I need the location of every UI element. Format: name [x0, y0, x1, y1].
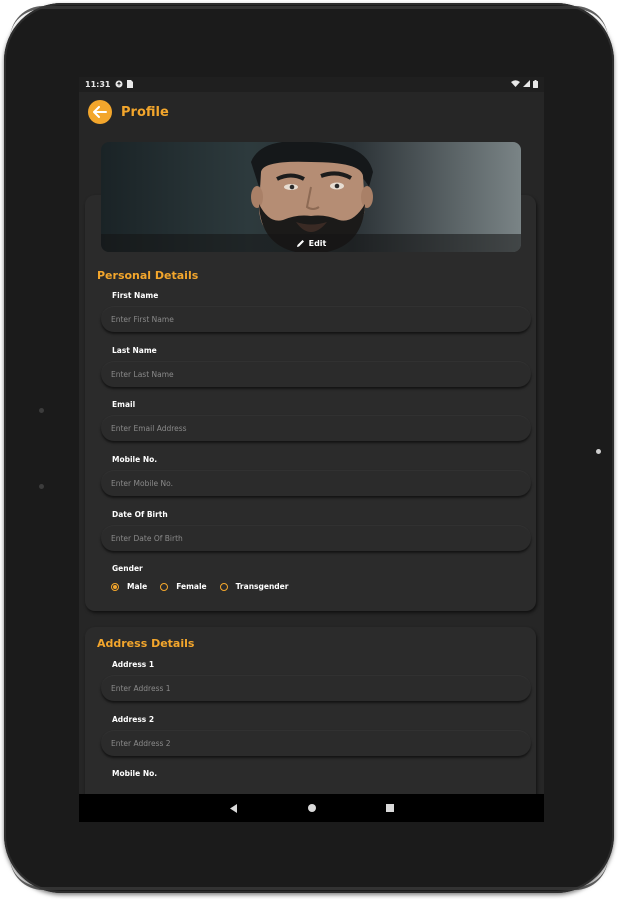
- edit-photo-button[interactable]: Edit: [101, 234, 521, 252]
- address1-label: Address 1: [112, 660, 155, 669]
- personal-details-card: Personal Details First Name Last Name Em…: [85, 195, 536, 611]
- camera-dot: [596, 449, 601, 454]
- device-screen: 11:31 Profile Personal Details First Nam…: [79, 77, 544, 822]
- sensor-dot: [39, 408, 44, 413]
- sensor-dot: [39, 484, 44, 489]
- address-details-card: Address Details Address 1 Address 2 Mobi…: [85, 627, 536, 794]
- triangle-back-icon: [229, 803, 237, 813]
- gender-option-male[interactable]: Male: [111, 582, 147, 591]
- section-title-address: Address Details: [97, 637, 195, 650]
- edit-photo-label: Edit: [308, 238, 327, 248]
- gender-radio-group: Male Female Transgender: [111, 582, 301, 591]
- mobile-input[interactable]: [101, 470, 531, 496]
- first-name-input[interactable]: [101, 306, 531, 332]
- gender-option-female[interactable]: Female: [160, 582, 207, 591]
- email-input[interactable]: [101, 415, 531, 441]
- nav-home-button[interactable]: [303, 799, 321, 817]
- last-name-label: Last Name: [112, 346, 157, 355]
- status-right: [511, 79, 538, 90]
- signal-icon: [523, 80, 530, 89]
- status-bar: 11:31: [79, 77, 544, 92]
- address1-input[interactable]: [101, 675, 531, 701]
- gender-option-label: Male: [127, 582, 148, 591]
- gender-option-transgender[interactable]: Transgender: [219, 582, 289, 591]
- status-time: 11:31: [85, 80, 111, 89]
- pencil-icon: [296, 239, 304, 247]
- sim-icon: [127, 79, 134, 90]
- dob-label: Date Of Birth: [112, 510, 168, 519]
- address2-label: Address 2: [112, 715, 155, 724]
- radio-unselected-icon: [160, 582, 169, 591]
- sync-icon: [115, 80, 123, 90]
- wifi-icon: [511, 80, 520, 89]
- radio-unselected-icon: [219, 582, 228, 591]
- square-recents-icon: [385, 804, 394, 812]
- first-name-label: First Name: [112, 291, 159, 300]
- address-mobile-label: Mobile No.: [112, 769, 158, 778]
- app-bar: Profile: [79, 92, 544, 132]
- back-button[interactable]: [88, 100, 112, 124]
- circle-home-icon: [307, 804, 316, 812]
- profile-content[interactable]: Personal Details First Name Last Name Em…: [79, 132, 544, 794]
- profile-banner: Edit: [101, 142, 521, 252]
- system-nav-bar: [79, 794, 544, 822]
- mobile-label: Mobile No.: [112, 455, 158, 464]
- arrow-left-icon: [93, 106, 107, 118]
- gender-option-label: Transgender: [235, 582, 289, 591]
- battery-icon: [533, 79, 538, 90]
- section-title-personal: Personal Details: [97, 269, 199, 282]
- page-title: Profile: [121, 104, 169, 120]
- dob-input[interactable]: [101, 525, 531, 551]
- gender-label: Gender: [112, 564, 143, 573]
- email-label: Email: [112, 400, 136, 409]
- address2-input[interactable]: [101, 730, 531, 756]
- gender-option-label: Female: [176, 582, 207, 591]
- nav-recents-button[interactable]: [381, 799, 399, 817]
- radio-selected-icon: [111, 582, 119, 591]
- nav-back-button[interactable]: [225, 799, 243, 817]
- last-name-input[interactable]: [101, 361, 531, 387]
